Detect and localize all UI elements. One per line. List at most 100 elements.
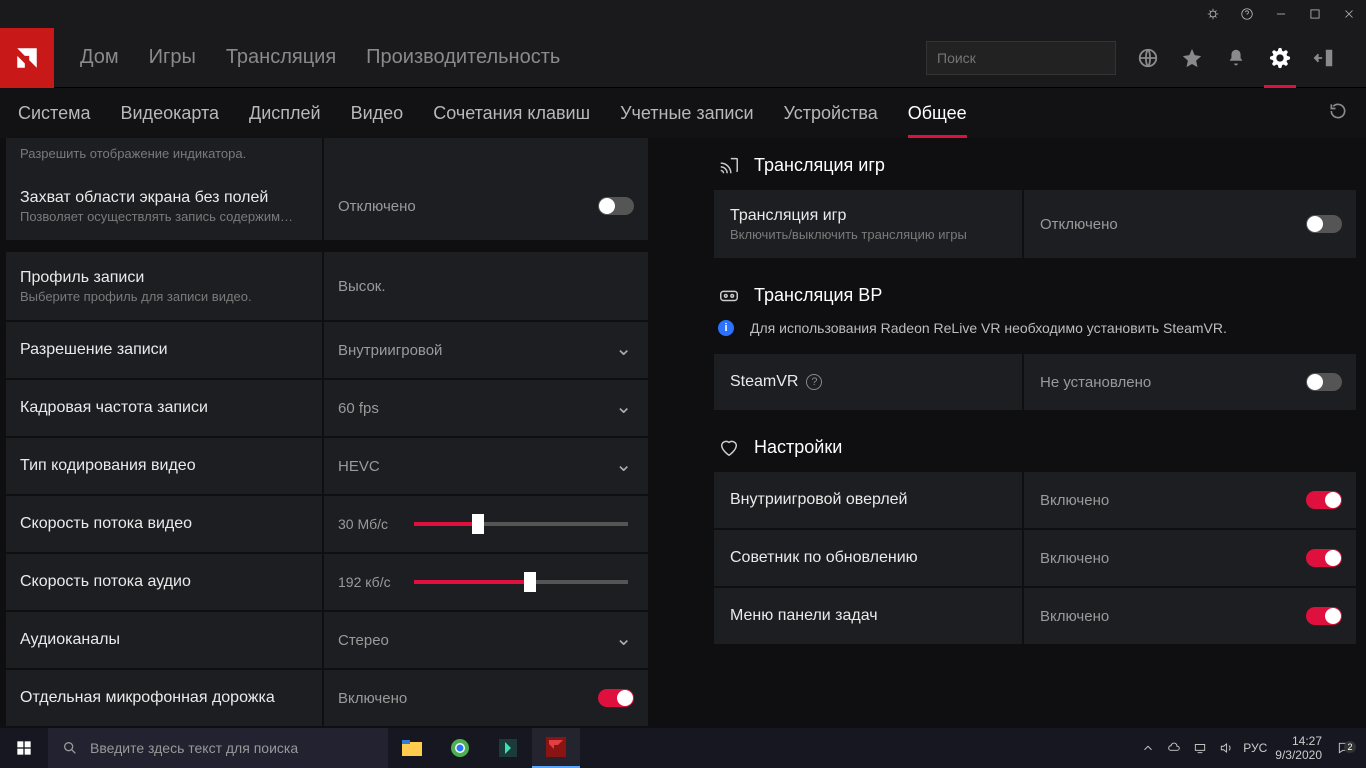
abr-slider[interactable] [414,580,628,584]
tab-hotkeys[interactable]: Сочетания клавиш [433,103,590,124]
row-borderless-capture[interactable]: Захват области экрана без полей Позволяе… [6,172,648,240]
row-audio-channels[interactable]: Аудиоканалы Стерео [6,612,648,668]
steamvr-value: Не установлено [1040,374,1151,391]
close-icon[interactable] [1340,5,1358,23]
globe-icon[interactable] [1136,46,1160,70]
content-area: Разрешить отображение индикатора. Захват… [0,138,1366,728]
row-separate-mic[interactable]: Отдельная микрофонная дорожка Включено [6,670,648,726]
section-preferences: Настройки [718,436,1356,458]
bell-icon[interactable] [1224,46,1248,70]
tray-network-icon[interactable] [1191,741,1209,755]
start-button[interactable] [0,728,48,768]
nav-streaming[interactable]: Трансляция [226,46,336,69]
tray-clock[interactable]: 14:27 9/3/2020 [1275,734,1322,763]
tab-accounts[interactable]: Учетные записи [620,103,753,124]
tray-lang[interactable]: РУС [1243,741,1267,755]
vr-info-message: i Для использования Radeon ReLive VR нео… [718,320,1356,336]
borderless-toggle[interactable] [598,197,634,215]
search-input[interactable] [937,50,1118,66]
fps-title: Кадровая частота записи [20,399,308,417]
row-codec[interactable]: Тип кодирования видео HEVC [6,438,648,494]
tray-title: Меню панели задач [730,607,1006,625]
resolution-title: Разрешение записи [20,341,308,359]
tray-notifications-icon[interactable]: 2 [1330,741,1358,755]
tray-chevron-icon[interactable] [1139,741,1157,755]
info-icon: i [718,320,734,336]
mic-title: Отдельная микрофонная дорожка [20,689,308,707]
taskbar-amd-icon[interactable] [532,728,580,768]
section-game-streaming: Трансляция игр [718,154,1356,176]
cast-icon [718,154,740,176]
row-record-resolution[interactable]: Разрешение записи Внутриигровой [6,322,648,378]
stream-sub: Включить/выключить трансляцию игры [730,227,1006,242]
nav-games[interactable]: Игры [149,46,196,69]
amd-logo[interactable] [0,28,54,88]
abr-label: 192 кб/с [338,574,398,590]
borderless-sub: Позволяет осуществлять запись содержим… [20,209,308,224]
row-audio-bitrate[interactable]: Скорость потока аудио 192 кб/с [6,554,648,610]
window-titlebar [0,0,1366,28]
prev-row-partial: Разрешить отображение индикатора. [6,138,648,172]
row-overlay[interactable]: Внутриигровой оверлей Включено [714,472,1356,528]
row-video-bitrate[interactable]: Скорость потока видео 30 Мб/с [6,496,648,552]
channels-title: Аудиоканалы [20,631,308,649]
taskbar-app3-icon[interactable] [484,728,532,768]
left-pane: Разрешить отображение индикатора. Захват… [0,138,660,728]
tab-display[interactable]: Дисплей [249,103,321,124]
borderless-value: Отключено [338,198,416,215]
tray-onedrive-icon[interactable] [1165,741,1183,755]
row-record-profile[interactable]: Профиль записи Выберите профиль для запи… [6,252,648,320]
star-icon[interactable] [1180,46,1204,70]
row-record-fps[interactable]: Кадровая частота записи 60 fps [6,380,648,436]
row-tray-menu[interactable]: Меню панели задач Включено [714,588,1356,644]
codec-value: HEVC [338,458,380,475]
stream-title: Трансляция игр [730,207,1006,225]
overlay-value: Включено [1040,492,1109,509]
windows-taskbar: Введите здесь текст для поиска РУС 14:27… [0,728,1366,768]
nav-performance[interactable]: Производительность [366,46,560,69]
maximize-icon[interactable] [1306,5,1324,23]
row-game-streaming[interactable]: Трансляция игр Включить/выключить трансл… [714,190,1356,258]
stream-value: Отключено [1040,216,1118,233]
steamvr-title: SteamVR [730,373,798,391]
tab-general[interactable]: Общее [908,103,967,124]
search-box[interactable] [926,41,1116,75]
abr-title: Скорость потока аудио [20,573,308,591]
vbr-title: Скорость потока видео [20,515,308,533]
reset-icon[interactable] [1328,101,1348,126]
fps-value: 60 fps [338,400,379,417]
steamvr-toggle[interactable] [1306,373,1342,391]
mic-value: Включено [338,690,407,707]
taskbar-explorer-icon[interactable] [388,728,436,768]
tab-system[interactable]: Система [18,103,91,124]
profile-sub: Выберите профиль для записи видео. [20,289,308,304]
search-icon [62,740,78,756]
bug-icon[interactable] [1204,5,1222,23]
help-icon[interactable]: ? [806,374,822,390]
advisor-value: Включено [1040,550,1109,567]
settings-gear-icon[interactable] [1268,46,1292,70]
codec-title: Тип кодирования видео [20,457,308,475]
overlay-toggle[interactable] [1306,491,1342,509]
tray-volume-icon[interactable] [1217,741,1235,755]
advisor-toggle[interactable] [1306,549,1342,567]
vr-icon [718,284,740,306]
taskbar-chrome-icon[interactable] [436,728,484,768]
overlay-title: Внутриигровой оверлей [730,491,1006,509]
nav-home[interactable]: Дом [80,46,119,69]
taskbar-search[interactable]: Введите здесь текст для поиска [48,728,388,768]
tab-video[interactable]: Видео [351,103,404,124]
mic-toggle[interactable] [598,689,634,707]
tray-toggle[interactable] [1306,607,1342,625]
borderless-title: Захват области экрана без полей [20,189,308,207]
row-steamvr[interactable]: SteamVR ? Не установлено [714,354,1356,410]
tab-devices[interactable]: Устройства [784,103,878,124]
right-pane: Трансляция игр Трансляция игр Включить/в… [660,138,1366,728]
row-advisor[interactable]: Советник по обновлению Включено [714,530,1356,586]
help-icon[interactable] [1238,5,1256,23]
minimize-icon[interactable] [1272,5,1290,23]
tab-gpu[interactable]: Видеокарта [121,103,220,124]
stream-toggle[interactable] [1306,215,1342,233]
vbr-slider[interactable] [414,522,628,526]
exit-icon[interactable] [1312,46,1336,70]
